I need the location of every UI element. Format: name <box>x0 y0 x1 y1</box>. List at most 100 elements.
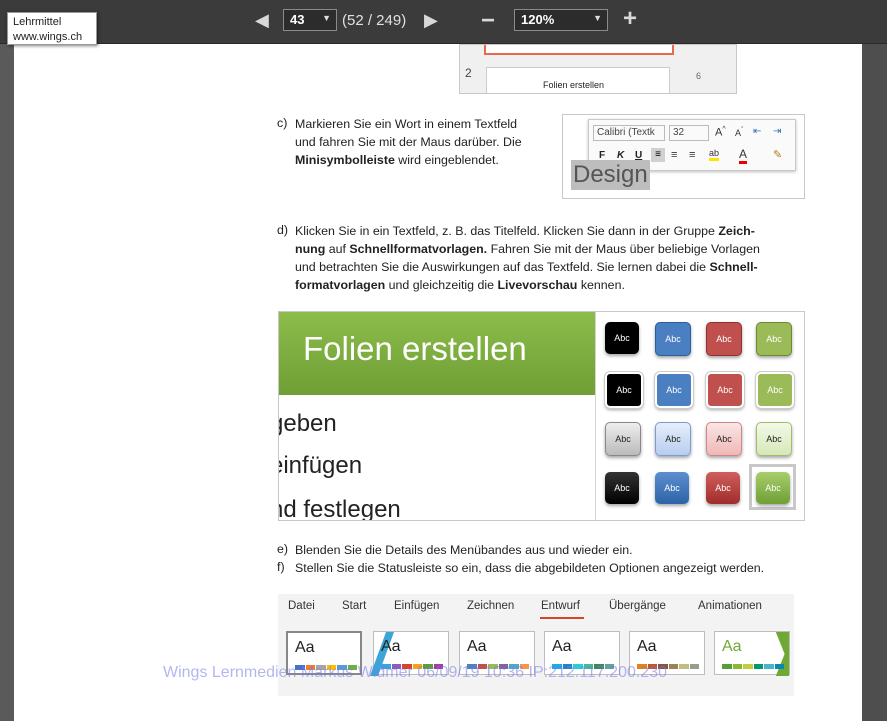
slide-thumb-1 <box>484 45 674 55</box>
item-d-l2-c: Fahren Sie mit der Maus über beliebige V… <box>487 242 760 256</box>
active-tab-underline <box>540 617 584 619</box>
font-name-box[interactable]: Calibri (Textk <box>593 125 665 141</box>
item-d-text: Klicken Sie in ein Textfeld, z. B. das T… <box>295 222 815 294</box>
tab-einfuegen[interactable]: Einfügen <box>394 600 439 612</box>
style-swatch[interactable]: Abc <box>756 422 792 456</box>
zoom-select[interactable]: 120% ▼ <box>514 9 608 31</box>
item-d-l1-bold: Zeich- <box>718 224 755 238</box>
align-center-icon[interactable]: ≡ <box>671 149 677 161</box>
item-d-line4: formatvorlagen und gleichzeitig die Live… <box>295 276 815 294</box>
slide-thumb-2: Folien erstellen <box>486 67 670 93</box>
theme-thumbnail-label: Aa <box>637 638 657 655</box>
item-e-label: e) <box>277 542 289 556</box>
grow-font-icon[interactable]: A^ <box>715 126 726 139</box>
style-swatch[interactable]: Abc <box>654 371 694 409</box>
item-f-label: f) <box>277 560 285 574</box>
page-number-select[interactable]: 43 ▼ <box>283 9 337 31</box>
item-d-l3-bold: Schnell- <box>709 260 758 274</box>
item-d-line2: nung auf Schnellformatvorlagen. Fahren S… <box>295 240 815 258</box>
theme-thumbnail-label: Aa <box>467 638 487 655</box>
slide-thumbnails-figure: 2 Folien erstellen 6 <box>459 44 737 94</box>
zoom-out-button[interactable]: − <box>481 7 495 35</box>
page-number-value: 43 <box>290 12 305 27</box>
item-c-line1: Markieren Sie ein Wort in einem Textfeld <box>295 117 517 131</box>
theme-thumbnail-label: Aa <box>295 639 315 656</box>
source-tag: Lehrmittel www.wings.ch <box>7 12 97 45</box>
style-swatch[interactable]: Abc <box>755 371 795 409</box>
tab-animationen[interactable]: Animationen <box>698 600 762 612</box>
decrease-indent-icon[interactable]: ⇤ <box>753 126 761 137</box>
tab-datei[interactable]: Datei <box>288 600 315 612</box>
style-swatch[interactable]: Abc <box>655 422 691 456</box>
watermark-text: Wings Lernmedien Markus Widmer 06/09/19 … <box>163 664 667 681</box>
item-d-l3: und betrachten Sie die Auswirkungen auf … <box>295 260 710 274</box>
format-painter-icon[interactable]: ✎ <box>773 148 782 161</box>
right-gutter <box>862 44 887 721</box>
slide-text-line3: nd festlegen <box>278 496 401 521</box>
document-page: 2 Folien erstellen 6 c) Markieren Sie ei… <box>14 44 862 721</box>
style-swatch[interactable]: Abc <box>605 422 641 456</box>
tab-uebergaenge[interactable]: Übergänge <box>609 600 666 612</box>
item-d-l2-a: auf <box>325 242 350 256</box>
chevron-down-icon: ▼ <box>593 13 602 23</box>
item-c-rest: wird eingeblendet. <box>394 153 499 167</box>
source-tag-line1: Lehrmittel <box>13 16 62 28</box>
style-swatch[interactable]: Abc <box>706 472 740 504</box>
item-d-l2-bold2: Schnellformatvorlagen. <box>349 242 488 256</box>
slide-text-line2: einfügen <box>278 452 363 479</box>
style-swatch[interactable]: Abc <box>604 371 644 409</box>
style-swatch[interactable]: Abc <box>705 371 745 409</box>
font-color-icon[interactable]: A <box>739 147 748 164</box>
highlight-icon[interactable]: ab <box>709 148 720 161</box>
slide-thumb-title: Folien erstellen <box>543 80 605 90</box>
align-right-icon[interactable]: ≡ <box>689 149 695 161</box>
theme-color-bars <box>722 664 784 669</box>
item-c-label: c) <box>277 116 288 130</box>
tab-zeichnen[interactable]: Zeichnen <box>467 600 514 612</box>
item-d-label: d) <box>277 223 289 237</box>
font-size-value: 32 <box>673 127 685 138</box>
align-left-icon[interactable]: ≡ <box>651 148 665 162</box>
item-d-l4-bold1: formatvorlagen <box>295 278 386 292</box>
slide-number: 2 <box>465 66 472 80</box>
item-f-text: Stellen Sie die Statusleiste so ein, das… <box>295 561 765 575</box>
style-swatch[interactable]: Abc <box>605 322 639 354</box>
item-c-bold: Minisymbolleiste <box>295 153 395 167</box>
zoom-in-button[interactable]: + <box>623 5 637 33</box>
item-d-l4-a: und gleichzeitig die <box>385 278 498 292</box>
theme-thumbnail[interactable]: Aa <box>714 631 790 676</box>
theme-thumbnail-label: Aa <box>552 638 572 655</box>
chevron-down-icon: ▼ <box>322 13 331 23</box>
slide-title-bar: Folien erstellen <box>279 312 595 395</box>
shrink-font-icon[interactable]: Aˇ <box>735 127 743 138</box>
previous-page-icon[interactable]: ◀ <box>255 10 269 31</box>
item-d-line1: Klicken Sie in ein Textfeld, z. B. das T… <box>295 222 815 240</box>
tab-start[interactable]: Start <box>342 600 366 612</box>
increase-indent-icon[interactable]: ⇥ <box>773 126 781 137</box>
source-tag-line2: www.wings.ch <box>13 31 83 43</box>
scroll-marker: 6 <box>696 71 702 81</box>
style-swatch[interactable]: Abc <box>706 322 742 356</box>
style-swatch[interactable]: Abc <box>756 472 790 504</box>
zoom-value: 120% <box>521 12 555 27</box>
theme-green-chevron <box>775 632 789 676</box>
style-swatch[interactable]: Abc <box>706 422 742 456</box>
item-c-line3: Minisymbolleiste wird eingeblendet. <box>295 151 555 169</box>
style-swatch[interactable]: Abc <box>655 472 689 504</box>
item-d-l4-c: kennen. <box>577 278 625 292</box>
next-page-icon[interactable]: ▶ <box>424 10 438 31</box>
item-d-l2-bold1: nung <box>295 242 326 256</box>
minitoolbar-figure: Calibri (Textk 32 A^ Aˇ ⇤ ⇥ F K U ≡ ≡ ≡ … <box>562 114 805 199</box>
item-e-text: Blenden Sie die Details des Menübandes a… <box>295 543 633 557</box>
item-c-text: Markieren Sie ein Wort in einem Textfeld… <box>295 115 555 169</box>
font-size-box[interactable]: 32 <box>669 125 709 141</box>
tab-entwurf[interactable]: Entwurf <box>541 600 580 612</box>
quick-styles-figure: Folien erstellen geben einfügen nd festl… <box>278 311 805 521</box>
item-d-l4-bold2: Livevorschau <box>497 278 578 292</box>
font-name-value: Calibri (Textk <box>597 127 655 138</box>
item-d-l1: Klicken Sie in ein Textfeld, z. B. das T… <box>295 224 719 238</box>
style-swatch[interactable]: Abc <box>605 472 639 504</box>
style-swatch[interactable]: Abc <box>756 322 792 356</box>
style-swatch[interactable]: Abc <box>655 322 691 356</box>
page-count: (52 / 249) <box>342 12 407 29</box>
